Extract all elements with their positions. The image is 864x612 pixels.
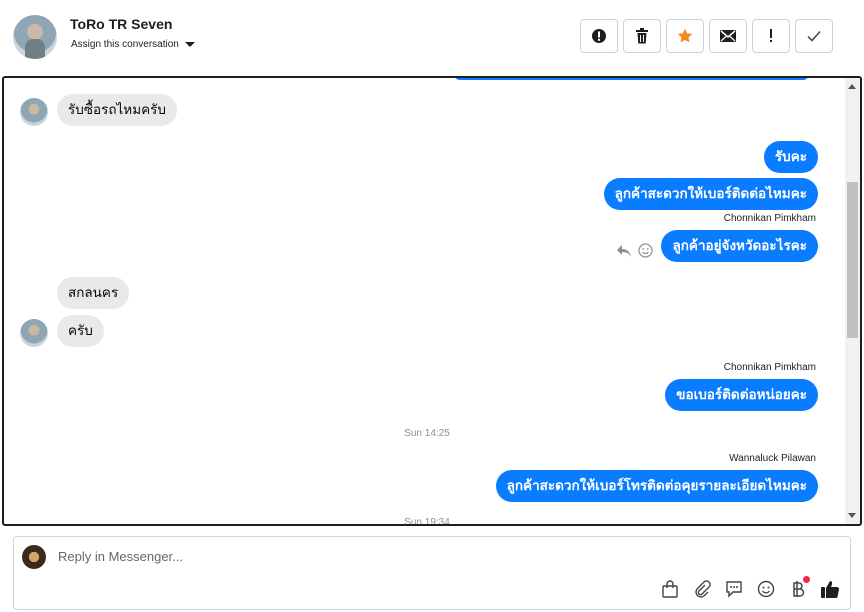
saved-replies-button[interactable] xyxy=(724,579,744,599)
outgoing-message[interactable]: ลูกค้าสะดวกให้เบอร์ติดต่อไหมคะ xyxy=(603,178,818,210)
incoming-message[interactable]: รับซื้อรถไหมครับ xyxy=(57,94,177,126)
star-icon xyxy=(677,28,693,43)
paperclip-icon xyxy=(695,580,711,598)
sender-name: Chonnikan Pimkham xyxy=(723,213,816,224)
delete-button[interactable] xyxy=(623,19,661,53)
reply-input[interactable] xyxy=(58,549,758,564)
message-thread[interactable]: รับซื้อรถไหมครับ รับคะ ลูกค้าสะดวกให้เบอ… xyxy=(2,76,862,526)
shop-button[interactable] xyxy=(660,579,680,599)
star-button[interactable] xyxy=(666,19,704,53)
emoji-button[interactable] xyxy=(756,579,776,599)
conversation-header: ToRo TR Seven Assign this conversation xyxy=(0,0,864,76)
page-avatar xyxy=(22,545,46,569)
exclamation-icon xyxy=(770,29,772,42)
exclamation-circle-icon xyxy=(592,29,606,43)
envelope-icon xyxy=(720,30,736,42)
trash-icon xyxy=(636,28,648,44)
mark-done-button[interactable] xyxy=(795,19,833,53)
incoming-message[interactable]: ครับ xyxy=(57,315,104,347)
payment-button[interactable] xyxy=(788,576,810,599)
outgoing-message[interactable]: ลูกค้าสะดวกให้เบอร์โทรติดต่อคุยรายละเอีย… xyxy=(495,470,818,502)
scrollbar-thumb[interactable] xyxy=(847,182,858,338)
reply-icon[interactable] xyxy=(616,244,632,258)
shopping-bag-icon xyxy=(662,580,678,598)
sender-name: Chonnikan Pimkham xyxy=(723,362,816,373)
mark-spam-button[interactable] xyxy=(580,19,618,53)
scrollbar[interactable] xyxy=(845,78,860,524)
outgoing-message[interactable]: ขอเบอร์ติดต่อหน่อยคะ xyxy=(665,379,818,411)
outgoing-message[interactable]: ลูกค้าอยู่จังหวัดอะไรคะ xyxy=(661,230,818,262)
caret-down-icon xyxy=(184,42,195,47)
mark-unread-button[interactable] xyxy=(709,19,747,53)
contact-avatar[interactable] xyxy=(13,15,57,59)
notification-dot xyxy=(803,576,810,583)
composer-tools xyxy=(660,576,840,599)
message-hover-tools xyxy=(616,243,653,258)
previous-message-edge xyxy=(454,78,809,80)
contact-avatar-small xyxy=(20,98,48,126)
timestamp: Sun 19:34 xyxy=(404,517,450,526)
assign-label: Assign this conversation xyxy=(71,39,179,50)
assign-conversation-dropdown[interactable]: Assign this conversation xyxy=(71,39,195,50)
check-icon xyxy=(807,31,821,42)
attach-button[interactable] xyxy=(692,579,712,599)
smiley-icon xyxy=(757,580,775,598)
outgoing-message[interactable]: รับคะ xyxy=(763,141,818,173)
baht-icon xyxy=(793,581,805,597)
conversation-actions xyxy=(580,19,833,53)
contact-name[interactable]: ToRo TR Seven xyxy=(70,16,172,32)
emoji-react-icon[interactable] xyxy=(638,243,653,258)
timestamp: Sun 14:25 xyxy=(404,428,450,439)
follow-up-button[interactable] xyxy=(752,19,790,53)
thumbs-up-icon xyxy=(821,581,840,598)
sender-name: Wannaluck Pilawan xyxy=(729,453,816,464)
scroll-up-arrow-icon[interactable] xyxy=(848,84,856,89)
like-button[interactable] xyxy=(820,579,840,599)
incoming-message[interactable]: สกลนคร xyxy=(57,277,130,309)
scroll-down-arrow-icon[interactable] xyxy=(848,513,856,518)
contact-avatar-small xyxy=(20,319,48,347)
chat-bubble-icon xyxy=(726,581,742,598)
reply-composer xyxy=(13,536,851,610)
